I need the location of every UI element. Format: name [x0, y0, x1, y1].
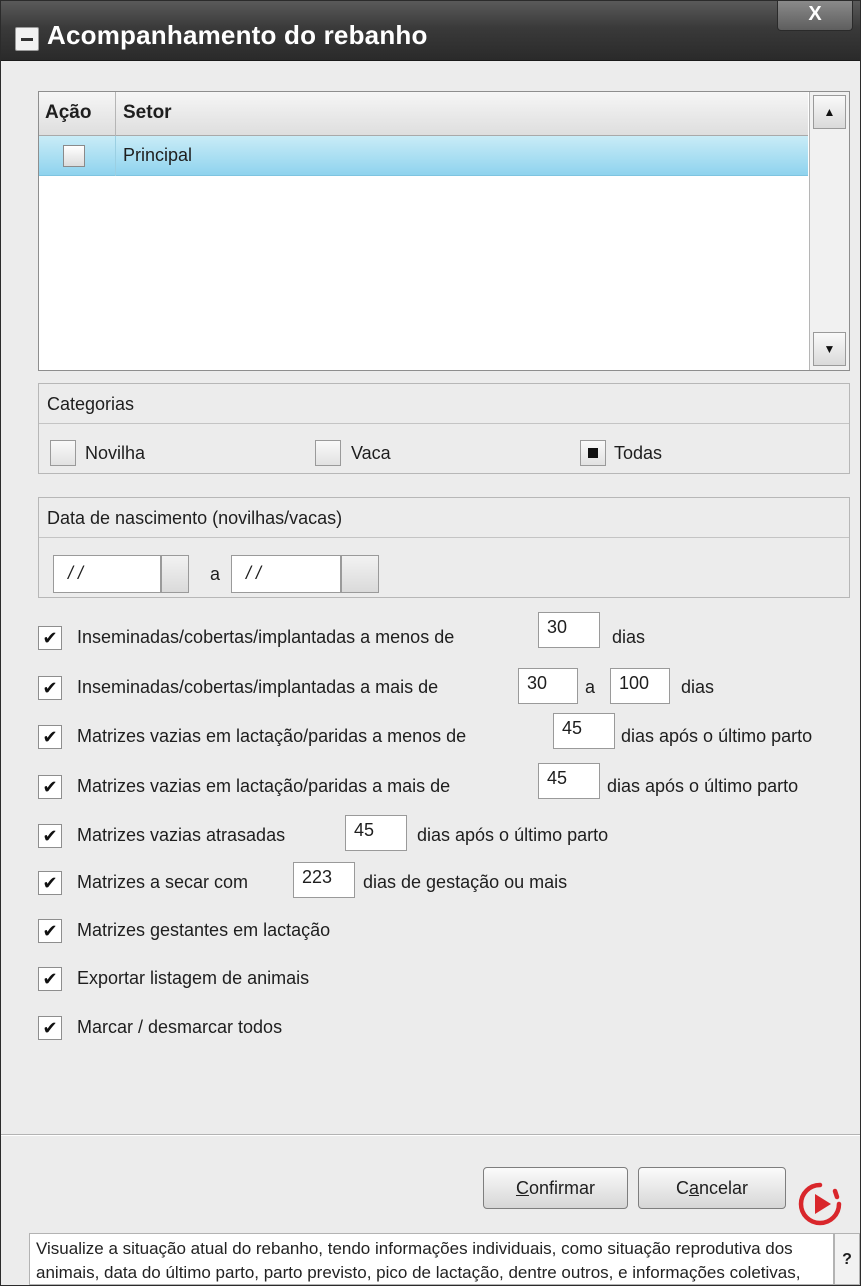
novilha-checkbox[interactable] — [50, 440, 76, 466]
opt4-suffix: dias após o último parto — [607, 776, 799, 796]
novilha-label: Novilha — [85, 443, 146, 463]
opt3-label: Matrizes vazias em lactação/paridas a me… — [77, 726, 467, 746]
opt2-days-to-input[interactable]: 100 — [610, 668, 670, 704]
sector-table: Ação Setor Principal ▲ ▼ — [38, 91, 850, 371]
opt1-checkbox[interactable]: ✔ — [38, 626, 62, 650]
scroll-up-button[interactable]: ▲ — [813, 95, 846, 129]
opt6-suffix: dias de gestação ou mais — [363, 872, 568, 892]
date-to-picker-button[interactable] — [341, 555, 379, 593]
opt5-checkbox[interactable]: ✔ — [38, 824, 62, 848]
data-nascimento-group: Data de nascimento (novilhas/vacas) / / … — [38, 497, 850, 598]
scroll-down-button[interactable]: ▼ — [813, 332, 846, 366]
date-to-input[interactable]: / / — [231, 555, 341, 593]
cancel-button[interactable]: Cancelar — [638, 1167, 786, 1209]
system-menu-icon[interactable] — [15, 27, 39, 51]
confirm-button[interactable]: Confirmar — [483, 1167, 628, 1209]
opt6-days-input[interactable]: 223 — [293, 862, 355, 898]
opt8-checkbox[interactable]: ✔ — [38, 967, 62, 991]
footer-separator — [1, 1134, 860, 1136]
opt7-checkbox[interactable]: ✔ — [38, 919, 62, 943]
vaca-label: Vaca — [351, 443, 391, 463]
date-from-input[interactable]: / / — [53, 555, 161, 593]
opt3-checkbox[interactable]: ✔ — [38, 725, 62, 749]
opt1-suffix: dias — [612, 627, 646, 647]
categorias-group: Categorias Novilha Vaca Todas — [38, 383, 850, 474]
opt5-label: Matrizes vazias atrasadas — [77, 825, 286, 845]
opt5-suffix: dias após o último parto — [417, 825, 609, 845]
opt4-days-input[interactable]: 45 — [538, 763, 600, 799]
select-all-label: Marcar / desmarcar todos — [77, 1017, 283, 1037]
opt2-label: Inseminadas/cobertas/implantadas a mais … — [77, 677, 439, 697]
row-action-checkbox[interactable] — [63, 145, 85, 167]
opt2-between: a — [585, 677, 596, 697]
title-bar[interactable]: Acompanhamento do rebanho X — [1, 1, 860, 61]
opt3-suffix: dias após o último parto — [621, 726, 813, 746]
opt1-days-input[interactable]: 30 — [538, 612, 600, 648]
date-from-picker-button[interactable] — [161, 555, 189, 593]
cancel-mnemonic: a — [688, 1178, 699, 1198]
dialog-window: Acompanhamento do rebanho X Ação Setor P… — [0, 0, 861, 1286]
confirm-mnemonic: C — [515, 1178, 529, 1198]
data-nascimento-title: Data de nascimento (novilhas/vacas) — [39, 498, 849, 538]
help-button[interactable]: ? — [834, 1233, 860, 1285]
todas-checkbox[interactable] — [580, 440, 606, 466]
cancel-label-end: ncelar — [698, 1178, 749, 1198]
opt3-days-input[interactable]: 45 — [553, 713, 615, 749]
opt6-checkbox[interactable]: ✔ — [38, 871, 62, 895]
close-button[interactable]: X — [777, 1, 853, 31]
row-setor-cell: Principal — [123, 145, 193, 165]
column-header-setor[interactable]: Setor — [117, 92, 807, 136]
table-row[interactable]: Principal — [39, 136, 808, 176]
confirm-label: onfirmar — [528, 1178, 595, 1198]
column-header-acao[interactable]: Ação — [39, 92, 116, 136]
row-action-cell — [39, 136, 116, 176]
opt1-label: Inseminadas/cobertas/implantadas a menos… — [77, 627, 455, 647]
opt4-label: Matrizes vazias em lactação/paridas a ma… — [77, 776, 451, 796]
opt2-suffix: dias — [681, 677, 715, 697]
opt6-label: Matrizes a secar com — [77, 872, 249, 892]
window-title: Acompanhamento do rebanho — [47, 20, 428, 50]
categorias-title: Categorias — [39, 384, 849, 424]
table-header: Ação Setor — [39, 92, 808, 136]
cancel-label-start: C — [675, 1178, 689, 1198]
opt5-days-input[interactable]: 45 — [345, 815, 407, 851]
vaca-checkbox[interactable] — [315, 440, 341, 466]
opt2-checkbox[interactable]: ✔ — [38, 676, 62, 700]
vertical-scrollbar[interactable]: ▲ ▼ — [809, 92, 849, 370]
select-all-checkbox[interactable]: ✔ — [38, 1016, 62, 1040]
opt4-checkbox[interactable]: ✔ — [38, 775, 62, 799]
todas-label: Todas — [614, 443, 663, 463]
opt2-days-from-input[interactable]: 30 — [518, 668, 578, 704]
opt7-label: Matrizes gestantes em lactação — [77, 920, 331, 940]
opt8-label: Exportar listagem de animais — [77, 968, 310, 988]
play-icon[interactable] — [797, 1181, 843, 1227]
help-description: Visualize a situação atual do rebanho, t… — [29, 1233, 834, 1285]
date-range-separator: a — [210, 564, 221, 584]
